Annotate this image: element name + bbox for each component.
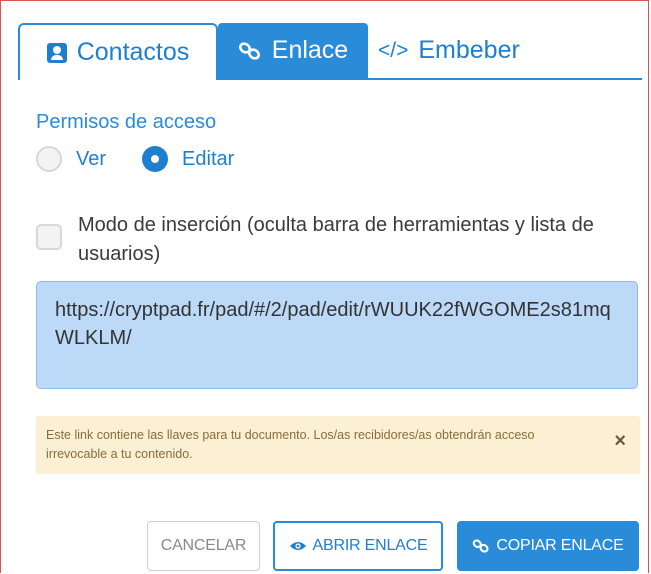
access-radio-group: Ver Editar (36, 146, 270, 172)
code-icon: </> (378, 38, 409, 62)
warning-text: Este link contiene las llaves para tu do… (46, 428, 535, 461)
warning-alert: Este link contiene las llaves para tu do… (36, 416, 640, 474)
share-link-field[interactable]: https://cryptpad.fr/pad/#/2/pad/edit/rWU… (36, 281, 638, 389)
close-icon[interactable]: × (614, 431, 626, 451)
tab-embed-label: Embeber (418, 36, 520, 64)
link-icon (472, 539, 490, 553)
tab-contacts-label: Contactos (76, 38, 190, 66)
tab-bar: Contactos Enlace </> Embeber (0, 0, 651, 80)
radio-edit[interactable] (142, 146, 169, 172)
copy-link-button[interactable]: COPIAR ENLACE (457, 521, 639, 571)
embed-mode-label[interactable]: Modo de inserción (oculta barra de herra… (78, 211, 638, 269)
open-link-button-label: ABRIR ENLACE (312, 537, 428, 554)
contact-card-icon (46, 42, 67, 63)
tab-link[interactable]: Enlace (218, 23, 368, 78)
eye-icon (289, 540, 307, 552)
copy-link-button-label: COPIAR ENLACE (496, 537, 624, 554)
tab-embed[interactable]: </> Embeber (378, 23, 558, 78)
embed-mode-checkbox[interactable] (36, 224, 62, 250)
cancel-button-label: CANCELAR (160, 537, 247, 554)
tab-link-label: Enlace (271, 36, 349, 64)
tab-underline (218, 78, 642, 80)
open-link-button[interactable]: ABRIR ENLACE (273, 521, 443, 571)
cancel-button[interactable]: CANCELAR (147, 521, 260, 571)
radio-edit-label[interactable]: Editar (182, 148, 234, 171)
radio-view[interactable] (36, 146, 62, 172)
link-icon (238, 41, 262, 60)
access-permissions-label: Permisos de acceso (36, 111, 217, 133)
radio-view-label[interactable]: Ver (76, 148, 106, 171)
tab-contacts[interactable]: Contactos (18, 23, 218, 80)
